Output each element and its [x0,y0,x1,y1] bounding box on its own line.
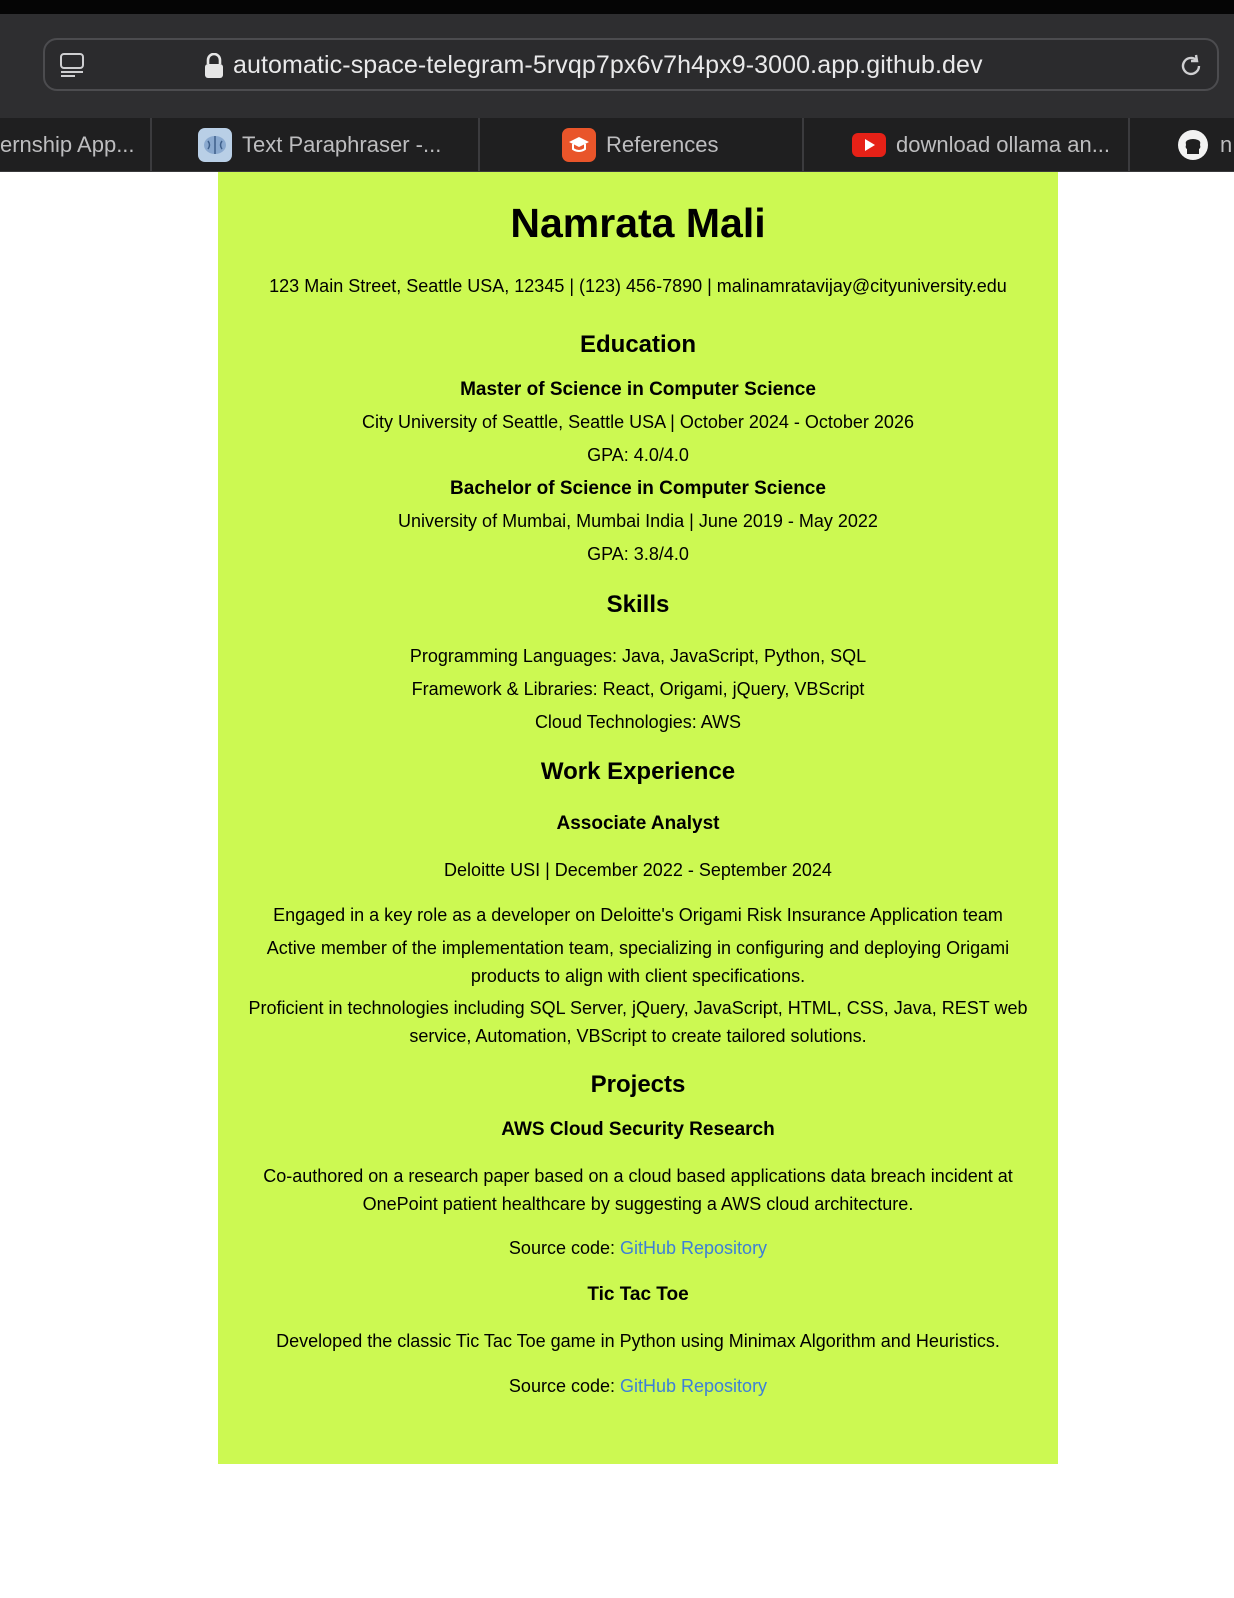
work-heading: Work Experience [540,758,736,785]
source-code-line: Source code: GitHub Repository [218,1234,1058,1262]
project-description: Co-authored on a research paper based on… [263,1166,1013,1214]
source-label: Source code: [508,1376,620,1396]
project-description: Developed the classic Tic Tac Toe game i… [276,1331,1000,1351]
resume-name: Namrata Mali [510,200,766,246]
tab-label: n [1220,131,1233,157]
project-title: AWS Cloud Security Research [501,1119,775,1140]
tab-divider [478,118,480,171]
work-bullet: Proficient in technologies including SQL… [248,998,1028,1046]
browser-toolbar: automatic-space-telegram-5rvqp7px6v7h4px… [0,14,1234,118]
skill-item: Cloud Technologies: AWS [534,712,742,732]
work-bullet: Active member of the implementation team… [266,938,1010,986]
skills-heading: Skills [606,591,670,618]
brain-icon [198,127,232,162]
gpa: GPA: 4.0/4.0 [587,445,689,465]
school-info: City University of Seattle, Seattle USA … [362,412,914,432]
work-bullet: Engaged in a key role as a developer on … [273,905,1003,925]
skill-item: Programming Languages: Java, JavaScript,… [409,646,867,666]
url-text[interactable]: automatic-space-telegram-5rvqp7px6v7h4px… [233,51,983,80]
tab-label: ernship App... [0,131,135,157]
lock-icon [205,53,223,78]
school-info: University of Mumbai, Mumbai India | Jun… [398,511,878,531]
company-info: Deloitte USI | December 2022 - September… [444,860,832,880]
graduation-cap-icon [562,127,596,162]
tab-divider [150,118,152,171]
tab-github[interactable]: n [1176,118,1234,171]
projects-heading: Projects [590,1071,686,1098]
reload-icon[interactable] [1177,52,1205,80]
youtube-icon [852,128,886,162]
address-bar[interactable]: automatic-space-telegram-5rvqp7px6v7h4px… [43,38,1219,91]
gpa: GPA: 3.8/4.0 [587,544,689,564]
tab-text-paraphraser[interactable]: Text Paraphraser -... [198,118,456,171]
window-top-strip [0,0,1234,14]
tab-label: References [606,131,719,157]
education-heading: Education [579,331,696,358]
tab-divider [802,118,804,171]
source-code-line: Source code: GitHub Repository [218,1372,1058,1400]
tab-youtube[interactable]: download ollama an... [852,118,1122,171]
resume-card: Namrata Mali 123 Main Street, Seattle US… [218,172,1058,1464]
tab-divider [1128,118,1130,171]
tab-internship[interactable]: ernship App... [0,118,146,171]
github-repository-link[interactable]: GitHub Repository [620,1376,767,1396]
skill-item: Framework & Libraries: React, Origami, j… [411,679,865,699]
bookmarks-bar: ernship App... Text Paraphraser -... Ref… [0,118,1234,172]
tab-label: download ollama an... [896,131,1111,157]
github-icon [1176,128,1210,162]
tab-label: Text Paraphraser -... [242,131,442,157]
project-title: Tic Tac Toe [587,1284,689,1305]
github-repository-link[interactable]: GitHub Repository [620,1238,767,1258]
job-title: Associate Analyst [556,813,720,834]
degree-title: Bachelor of Science in Computer Science [450,478,826,499]
sidebar-icon[interactable] [59,52,85,78]
degree-title: Master of Science in Computer Science [460,379,816,400]
tab-references[interactable]: References [562,118,762,171]
contact-info: 123 Main Street, Seattle USA, 12345 | (1… [269,276,1007,296]
source-label: Source code: [508,1238,620,1258]
